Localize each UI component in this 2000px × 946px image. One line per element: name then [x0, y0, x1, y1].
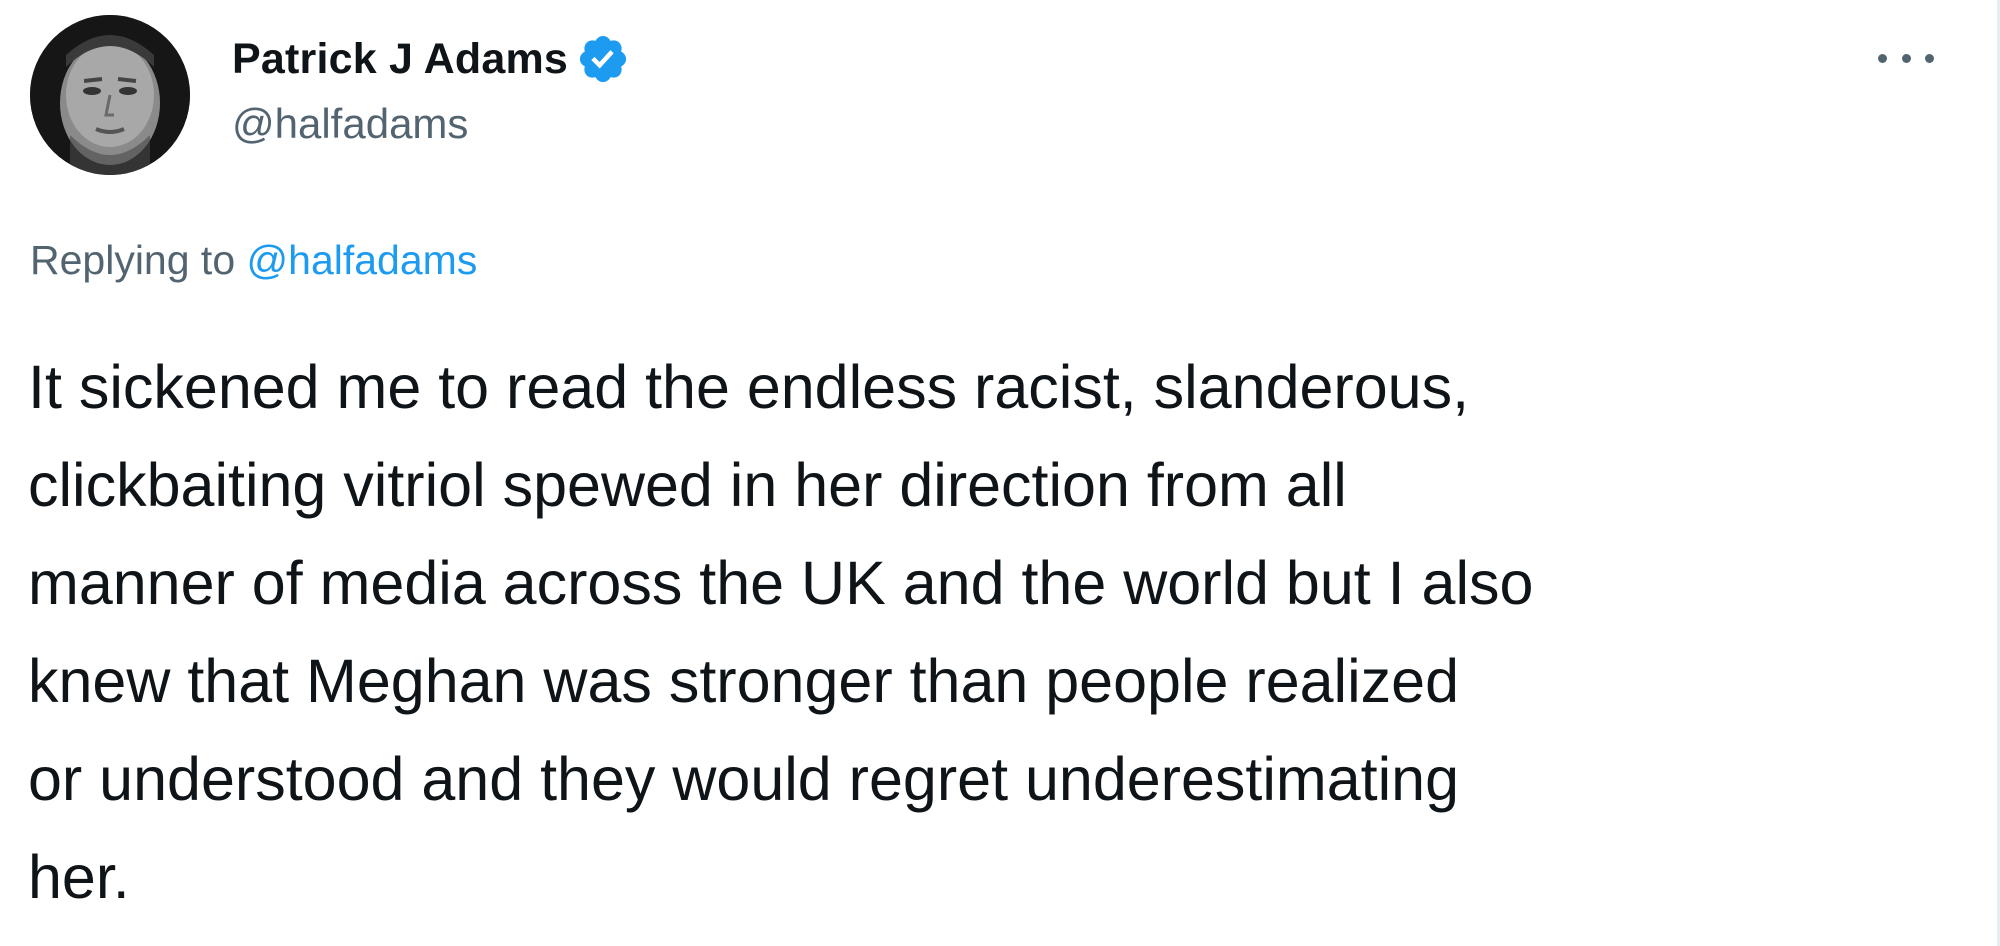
- reply-mention-link[interactable]: @halfadams: [247, 237, 478, 283]
- tweet-card: Patrick J Adams @halfadams Replying to @…: [0, 0, 2000, 946]
- tweet-text: It sickened me to read the endless racis…: [28, 353, 1534, 911]
- avatar-photo-icon: [30, 15, 190, 175]
- author-block: Patrick J Adams @halfadams: [232, 32, 630, 148]
- replying-to-line: Replying to @halfadams: [30, 237, 477, 284]
- author-display-name[interactable]: Patrick J Adams: [232, 35, 568, 84]
- more-dot: [1878, 53, 1887, 63]
- more-options-icon[interactable]: [1878, 38, 1934, 78]
- author-name-row: Patrick J Adams: [232, 32, 630, 86]
- author-handle[interactable]: @halfadams: [232, 100, 630, 148]
- avatar[interactable]: [30, 15, 190, 175]
- verified-badge-icon: [576, 32, 630, 86]
- more-dot: [1925, 53, 1934, 63]
- replying-to-label: Replying to: [30, 237, 236, 283]
- more-dot: [1901, 53, 1911, 63]
